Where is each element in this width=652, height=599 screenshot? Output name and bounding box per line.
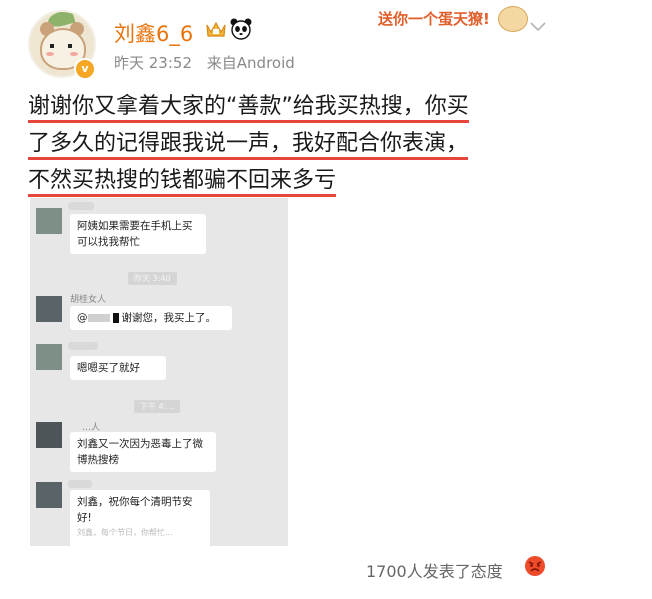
content-line-3: 不然买热搜的钱都骗不回来多亏 [28, 162, 588, 199]
post-content: 谢谢你又拿着大家的“善款”给我买热搜，你买 了多久的记得跟我说一声，我好配合你表… [28, 88, 588, 199]
avatar[interactable]: v [28, 10, 96, 80]
chat-avatar [36, 422, 62, 448]
chat-avatar [36, 344, 62, 370]
username[interactable]: 刘鑫6_6 [114, 18, 193, 48]
verified-badge-icon: v [74, 58, 96, 80]
post-time: 昨天 23:52 [114, 54, 192, 72]
reaction-count[interactable]: 1700人发表了态度 [366, 558, 503, 582]
blurred-name [68, 480, 92, 488]
card-banner-image [498, 6, 528, 32]
chat-sender: 胡桂女人 [70, 295, 107, 305]
chat-screenshot-image[interactable]: 阿姨如果需要在手机上买可以找我帮忙 昨天 3:40 胡桂女人 @ 谢谢您，我买上了… [30, 198, 288, 546]
panda-icon [230, 18, 252, 40]
chat-bubble: @ 谢谢您，我买上了。 [70, 306, 232, 330]
crown-icon [206, 21, 226, 37]
chat-bubble: 阿姨如果需要在手机上买可以找我帮忙 [70, 214, 206, 254]
chat-avatar [36, 482, 62, 508]
chat-bubble: 刘鑫，祝你每个清明节安好! 刘鑫，每个节日，你帮忙... [70, 490, 210, 546]
chat-timestamp: 下午 4:... [134, 400, 180, 413]
content-line-2: 了多久的记得跟我说一声，我好配合你表演， [28, 125, 588, 162]
chat-bubble: 刘鑫又一次因为恶毒上了微博热搜榜 [70, 432, 216, 472]
chat-avatar [36, 296, 62, 322]
chat-bubble: 嗯嗯买了就好 [70, 356, 166, 380]
chevron-down-icon[interactable] [530, 22, 546, 32]
content-line-1: 谢谢你又拿着大家的“善款”给我买热搜，你买 [28, 88, 588, 125]
weibo-post: v 刘鑫6_6 昨天 23:52 来自Android 送你一个蛋天獠! 谢谢你又… [0, 0, 652, 599]
card-banner-text: 送你一个蛋天獠! [378, 10, 490, 28]
post-meta: 昨天 23:52 来自Android [114, 52, 305, 73]
post-source[interactable]: 来自Android [207, 54, 295, 72]
angry-face-icon[interactable] [524, 555, 546, 577]
chat-avatar [36, 208, 62, 234]
blurred-name [68, 202, 94, 210]
chat-timestamp: 昨天 3:40 [128, 272, 177, 285]
blurred-name [68, 342, 98, 350]
